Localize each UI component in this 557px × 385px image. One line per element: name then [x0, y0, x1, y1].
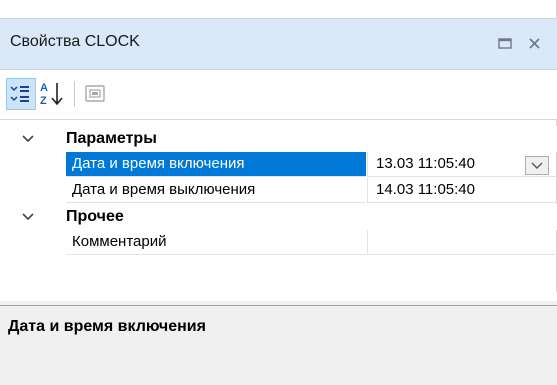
property-name[interactable]: Дата и время включения: [66, 152, 366, 177]
property-name[interactable]: Дата и время выключения: [66, 178, 366, 203]
alphabetical-view-button[interactable]: A Z: [38, 78, 68, 110]
chevron-down-icon[interactable]: [20, 209, 36, 225]
property-name[interactable]: Комментарий: [66, 230, 366, 255]
property-row-start-time[interactable]: Дата и время включения 13.03 11:05:40: [10, 152, 557, 178]
svg-text:A: A: [40, 82, 48, 94]
grid-empty-area: [10, 292, 557, 301]
category-row-misc[interactable]: Прочее: [10, 204, 557, 230]
categorized-view-button[interactable]: [6, 78, 36, 110]
chevron-down-icon[interactable]: [20, 131, 36, 147]
description-title: Дата и время включения: [8, 318, 206, 335]
category-label: Прочее: [66, 208, 124, 225]
categorized-icon: [10, 86, 29, 102]
panel-title: Свойства CLOCK: [10, 33, 140, 50]
property-row-comment[interactable]: Комментарий: [10, 230, 557, 256]
property-pages-button[interactable]: [80, 78, 110, 110]
category-label: Параметры: [66, 130, 157, 147]
close-icon[interactable]: [524, 32, 546, 54]
dropdown-button[interactable]: [525, 156, 549, 175]
category-row-parameters[interactable]: Параметры: [10, 126, 557, 152]
sort-alphabetical-icon: A Z: [40, 82, 63, 107]
property-value[interactable]: [367, 230, 557, 255]
title-bar: Свойства CLOCK: [0, 18, 557, 70]
window-restore-icon[interactable]: [494, 32, 516, 54]
property-grid: Параметры Дата и время включения 13.03 1…: [10, 120, 557, 292]
property-row-end-time[interactable]: Дата и время выключения 14.03 11:05:40: [10, 178, 557, 204]
toolbar-separator: [74, 81, 75, 107]
description-pane: Дата и время включения: [0, 305, 557, 385]
chevron-down-icon: [531, 162, 543, 169]
properties-panel: Свойства CLOCK A Z Параметры Дата и врем…: [0, 0, 557, 385]
property-pages-icon: [85, 85, 105, 102]
property-value[interactable]: 14.03 11:05:40: [367, 178, 557, 203]
svg-text:Z: Z: [40, 95, 47, 107]
toolbar: A Z: [0, 70, 557, 120]
